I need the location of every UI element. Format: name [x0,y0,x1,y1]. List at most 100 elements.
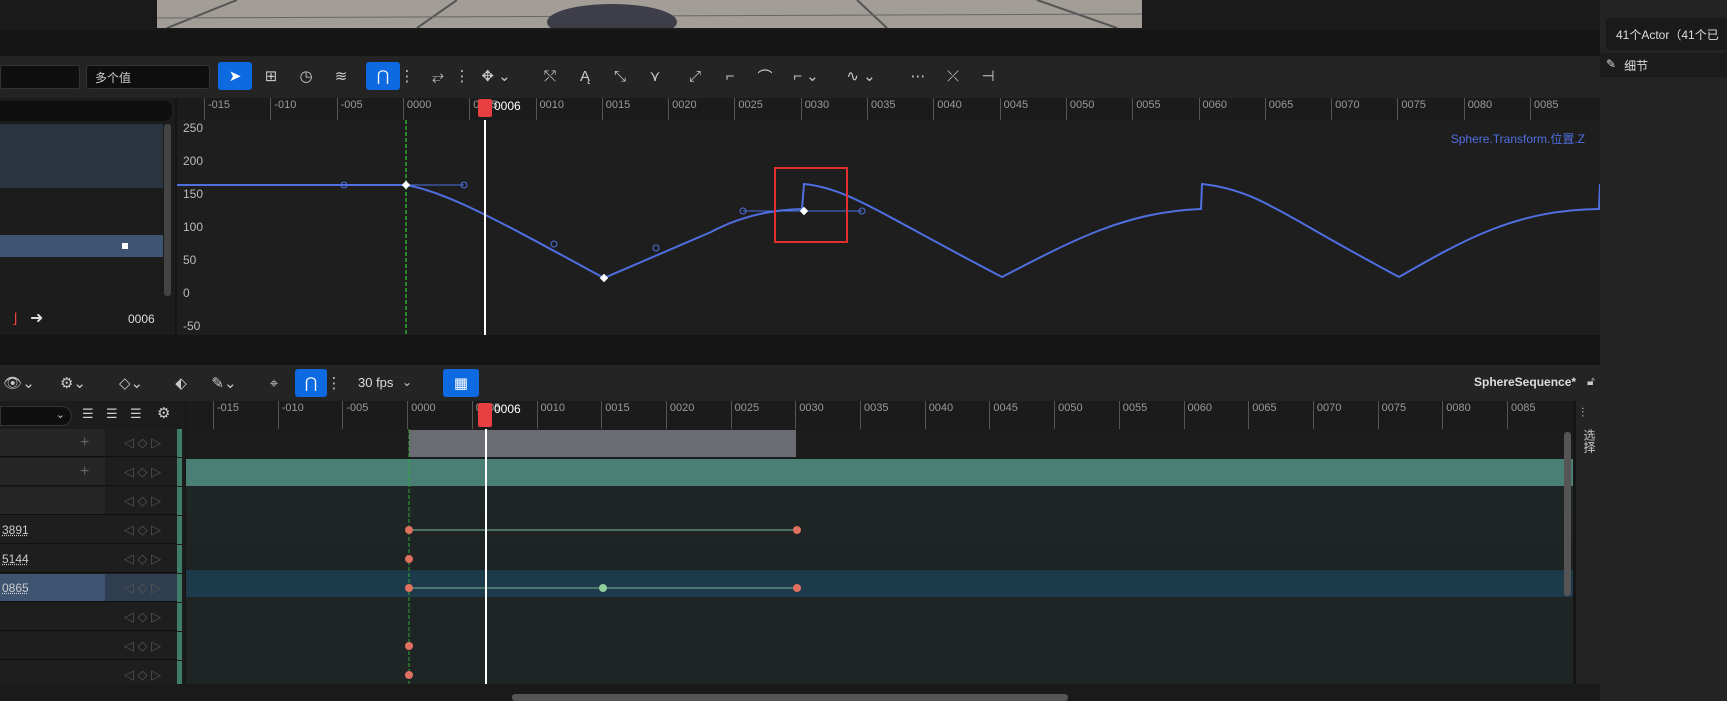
arrow-right-icon[interactable]: ➜ [30,308,43,328]
track-row-label[interactable]: + [0,429,105,457]
tangent-handle[interactable] [652,244,660,252]
key-nav-icons[interactable]: ◁ ◇ ▷ [105,603,180,631]
snap-value-icon[interactable]: ⊣ [973,62,1003,90]
selection-side-tab[interactable]: 选择 [1581,429,1598,453]
track-key[interactable] [405,584,413,592]
track-key[interactable] [793,526,801,534]
track-key[interactable] [405,555,413,563]
view-options-dropdown[interactable]: 👁⌄ [0,369,38,397]
collapse-all-icon[interactable]: ☰ [82,406,94,422]
transform-tool-icon[interactable]: ⊞ [256,62,286,90]
list-icon[interactable]: ☰ [130,406,142,422]
track-key[interactable] [405,526,413,534]
ruler-tick-label: 0070 [1312,401,1341,429]
track-row-label[interactable]: 3891 [0,516,105,544]
add-track-icon[interactable]: + [80,429,89,457]
track-row-label[interactable]: + [0,458,105,486]
key-nav-icons[interactable]: ◁ ◇ ▷ [105,487,180,515]
key-nav-icons[interactable]: ◁ ◇ ▷ [105,574,180,602]
track-value[interactable]: 3891 [0,523,29,537]
track-row-label[interactable] [0,632,105,660]
track-key[interactable] [405,671,413,679]
multi-scale-tool-icon[interactable]: ≋ [326,62,356,90]
track-row-label[interactable] [0,487,105,515]
retime-tool-icon[interactable]: ◷ [291,62,321,90]
fps-selector[interactable]: 30 fps [358,375,393,390]
key-time-field[interactable] [0,65,80,89]
flatten-keys-icon[interactable]: ⋯ [903,62,933,90]
filter-dropdown[interactable]: ∿ ⌄ [838,62,884,90]
auto-tangent-icon[interactable]: ⤲ [535,62,565,90]
viewport-image[interactable] [157,0,1142,28]
straighten-icon[interactable]: ⤫ [938,62,968,90]
lock-icon[interactable]: 🔓︎ [1587,374,1595,389]
track-scrollbar[interactable] [1564,432,1571,596]
track-row-label[interactable]: 0865 [0,574,105,602]
sequencer-time-ruler[interactable]: -015-010-0050000000500100015002000250030… [186,401,1573,429]
track-section-teal[interactable] [186,459,1573,486]
y-axis-label: 100 [183,220,204,234]
select-tool-icon[interactable]: ➤ [218,62,252,90]
playback-options-dropdown[interactable]: ⚙⌄ [54,369,92,397]
smart-auto-tangent-icon[interactable]: Ą [570,62,600,90]
chevron-down-icon[interactable]: ⌄ [402,375,412,389]
sequencer-track-area[interactable] [186,429,1573,684]
track-key[interactable] [599,584,607,592]
sequencer-snap-magnet-icon[interactable]: ⋂ [295,369,327,397]
add-track-icon[interactable]: + [80,458,89,486]
sequencer-playhead-handle[interactable] [478,403,492,427]
horizontal-scrollbar[interactable] [512,694,1068,701]
panel-splitter[interactable] [0,335,1600,365]
edit-mode-dropdown[interactable]: ✎⌄ [204,369,244,397]
curve-key[interactable] [599,273,609,283]
axis-snap-dropdown[interactable]: ✥ ⌄ [476,62,516,90]
key-nav-icons[interactable]: ◁ ◇ ▷ [105,429,180,457]
track-row-label[interactable] [0,603,105,631]
track-key[interactable] [405,642,413,650]
snap-options-icon[interactable]: ⋮ [400,62,415,90]
curve-graph-area[interactable]: Sphere.Transform.位置.Z [177,120,1600,335]
curve-mode-dropdown[interactable]: ⌐ ⌄ [786,62,826,90]
curve-name-label: Sphere.Transform.位置.Z [1450,132,1585,146]
more-options-icon[interactable]: ⋮ [455,62,470,90]
key-options-dropdown[interactable]: ◇⌄ [112,369,150,397]
linear-tangent-icon[interactable]: ⤢ [680,62,710,90]
tangent-handle[interactable] [550,240,558,248]
curve-tree-scrollbar[interactable] [164,124,171,296]
marker-icon[interactable]: ⌖ [262,369,286,397]
key-value-field[interactable]: 多个值 [86,65,210,89]
auto-key-icon[interactable]: ⬖ [168,369,194,397]
section-bar[interactable] [409,430,796,457]
curve-line[interactable] [177,182,1600,280]
sequencer-playhead-label: 0006 [494,402,521,416]
key-nav-icons[interactable]: ◁ ◇ ▷ [105,458,180,486]
curve-time-ruler[interactable]: -015-010-0050000000500100015002000250030… [177,98,1600,120]
curve-tree-item-active[interactable] [0,235,163,257]
track-filter-dropdown[interactable]: ⌄ [0,406,72,426]
track-row-selected[interactable] [186,570,1573,597]
break-tangent-icon[interactable]: ⋎ [640,62,670,90]
curve-tree-item-selected[interactable] [0,124,163,188]
details-tab[interactable]: ✎ 细节 [1600,53,1727,77]
curve-editor-toggle-icon[interactable]: ▦ [443,369,479,397]
ruler-tick-label: 0045 [999,98,1028,120]
snap-magnet-icon[interactable]: ⋂ [366,62,400,90]
key-nav-icons[interactable]: ◁ ◇ ▷ [105,516,180,544]
tangent-mode-icon[interactable]: ⥂ [423,62,453,90]
track-key[interactable] [793,584,801,592]
track-value[interactable]: 5144 [0,552,29,566]
flatten-tangent-icon[interactable]: ⌒ [750,62,780,90]
constant-tangent-icon[interactable]: ⌐ [715,62,745,90]
track-row-label[interactable]: 5144 [0,545,105,573]
settings-gear-icon[interactable]: ⚙ [157,404,170,422]
track-value[interactable]: 0865 [0,581,29,595]
snap-more-icon[interactable]: ⋮ [327,369,342,397]
curve-key[interactable] [401,180,411,190]
sliders-icon[interactable]: ⫶ [1581,405,1584,421]
key-nav-icons[interactable]: ◁ ◇ ▷ [105,632,180,660]
curve-playhead-handle[interactable] [478,99,492,117]
user-tangent-icon[interactable]: ⤡ [605,62,635,90]
curve-search-input[interactable] [0,101,172,121]
expand-all-icon[interactable]: ☰ [106,406,118,422]
key-nav-icons[interactable]: ◁ ◇ ▷ [105,545,180,573]
